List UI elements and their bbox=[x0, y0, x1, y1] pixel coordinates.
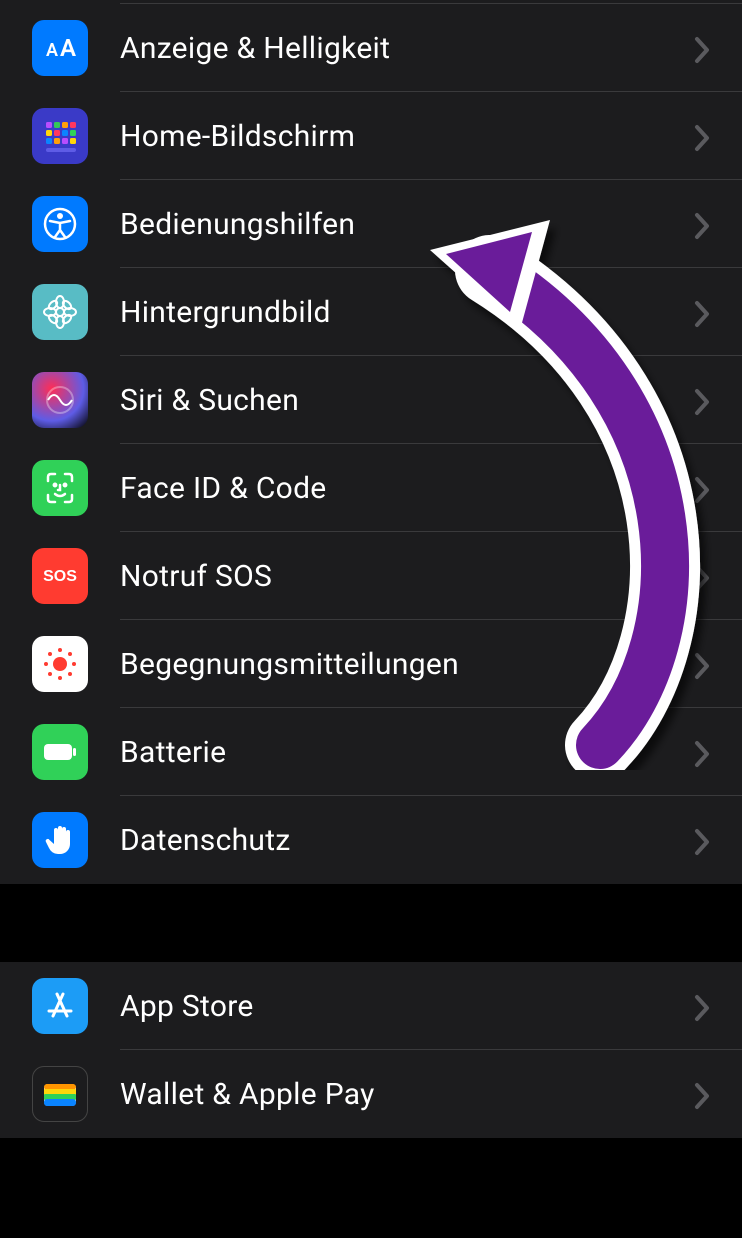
row-battery[interactable]: Batterie bbox=[0, 708, 742, 796]
chevron-right-icon bbox=[694, 476, 718, 500]
row-home-screen[interactable]: Home-Bildschirm bbox=[0, 92, 742, 180]
row-label: Siri & Suchen bbox=[120, 383, 694, 418]
row-label: Wallet & Apple Pay bbox=[120, 1077, 694, 1112]
row-label: Batterie bbox=[120, 735, 694, 770]
row-display-brightness[interactable]: AA Anzeige & Helligkeit bbox=[0, 4, 742, 92]
chevron-right-icon bbox=[694, 124, 718, 148]
hand-icon bbox=[32, 812, 88, 868]
row-label: Datenschutz bbox=[120, 823, 694, 858]
chevron-right-icon bbox=[694, 388, 718, 412]
battery-icon bbox=[32, 724, 88, 780]
chevron-right-icon bbox=[694, 994, 718, 1018]
chevron-right-icon bbox=[694, 564, 718, 588]
appstore-icon bbox=[32, 978, 88, 1034]
row-label: Hintergrundbild bbox=[120, 295, 694, 330]
row-wallpaper[interactable]: Hintergrundbild bbox=[0, 268, 742, 356]
row-privacy[interactable]: Datenschutz bbox=[0, 796, 742, 884]
row-emergency-sos[interactable]: SOS Notruf SOS bbox=[0, 532, 742, 620]
settings-section-general: AA Anzeige & Helligkeit Home-Bildschirm bbox=[0, 4, 742, 884]
row-siri-search[interactable]: Siri & Suchen bbox=[0, 356, 742, 444]
chevron-right-icon bbox=[694, 212, 718, 236]
row-label: Face ID & Code bbox=[120, 471, 694, 506]
svg-text:A: A bbox=[60, 34, 76, 62]
row-label: Bedienungshilfen bbox=[120, 207, 694, 242]
row-label: Anzeige & Helligkeit bbox=[120, 31, 694, 66]
row-accessibility[interactable]: Bedienungshilfen bbox=[0, 180, 742, 268]
chevron-right-icon bbox=[694, 300, 718, 324]
siri-icon bbox=[32, 372, 88, 428]
svg-text:SOS: SOS bbox=[43, 568, 77, 585]
row-label: Home-Bildschirm bbox=[120, 119, 694, 154]
sos-icon: SOS bbox=[32, 548, 88, 604]
wallet-icon bbox=[32, 1066, 88, 1122]
row-faceid-code[interactable]: Face ID & Code bbox=[0, 444, 742, 532]
exposure-icon bbox=[32, 636, 88, 692]
chevron-right-icon bbox=[694, 828, 718, 852]
row-label: App Store bbox=[120, 989, 694, 1024]
row-app-store[interactable]: App Store bbox=[0, 962, 742, 1050]
row-label: Begegnungsmitteilungen bbox=[120, 647, 694, 682]
section-gap bbox=[0, 884, 742, 962]
chevron-right-icon bbox=[694, 36, 718, 60]
row-label: Notruf SOS bbox=[120, 559, 694, 594]
chevron-right-icon bbox=[694, 1082, 718, 1106]
settings-section-store: App Store Wallet & Apple Pay bbox=[0, 962, 742, 1138]
flower-icon bbox=[32, 284, 88, 340]
accessibility-icon bbox=[32, 196, 88, 252]
row-exposure-notifications[interactable]: Begegnungsmitteilungen bbox=[0, 620, 742, 708]
svg-text:A: A bbox=[46, 40, 58, 61]
faceid-icon bbox=[32, 460, 88, 516]
home-grid-icon bbox=[32, 108, 88, 164]
row-wallet-applepay[interactable]: Wallet & Apple Pay bbox=[0, 1050, 742, 1138]
settings-list: AA Anzeige & Helligkeit Home-Bildschirm bbox=[0, 0, 742, 1238]
chevron-right-icon bbox=[694, 740, 718, 764]
chevron-right-icon bbox=[694, 652, 718, 676]
bottom-spacer bbox=[0, 1138, 742, 1238]
text-size-icon: AA bbox=[32, 20, 88, 76]
